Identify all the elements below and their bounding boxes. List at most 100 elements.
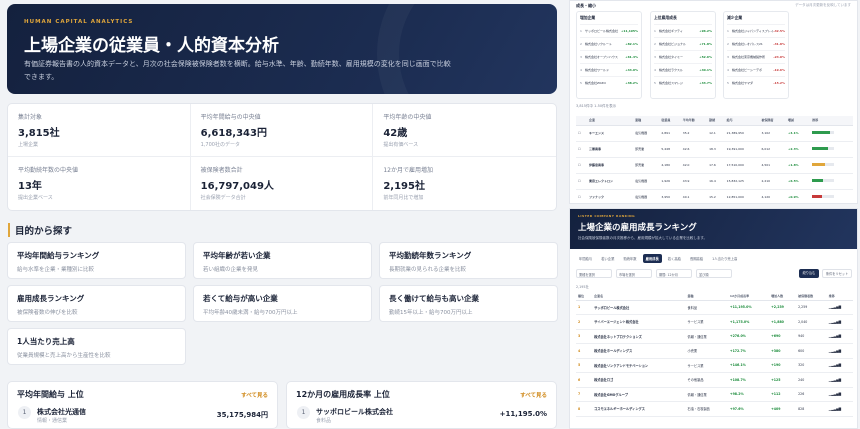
row-checkbox[interactable]: ☐ [576,173,588,190]
company-name[interactable]: サイバーエージェント株式会社 [592,314,686,330]
column-header[interactable]: 企業 [587,116,634,126]
company-name[interactable]: 株式会社ロゴ [592,372,686,388]
table-row[interactable]: ☐ キーエンス 電気機器 2,891 35.2 12.1 21,389,950 3,102 +4… [576,125,853,142]
employees-cell: 3,950 [659,189,681,203]
purpose-card-young[interactable]: 平均年齢が若い企業 若い組織の企業を発見 [193,242,372,279]
filter-select[interactable]: 並び順 [696,269,732,278]
column-header[interactable]: 給与 [724,116,760,126]
column-header[interactable]: 12か月成長率 [727,292,770,301]
column-header[interactable]: 増加人数 [769,292,797,301]
company-name[interactable]: ファナック [587,189,634,203]
stat-value: 2,195社 [383,181,425,192]
column-header[interactable]: 平均年齢 [680,116,708,126]
table-row[interactable]: 1 サッポロビール株式会社 食料品 +11,195.0% +2,239 2,259 ▁▂▃▅… [576,300,853,315]
see-all-link[interactable]: すべて見る [241,391,268,399]
mini-list-item[interactable]: 2 株式会社リクルート +82.1% [580,37,638,50]
mini-list-item[interactable]: 5 株式会社スマレジ +33.7% [654,76,712,89]
column-header[interactable]: 業種 [633,116,660,126]
company-link[interactable]: サッポロビール株式会社 [316,407,393,417]
column-header[interactable]: 順位 [576,292,593,301]
column-header[interactable]: 被保険者数 [796,292,827,301]
company-name[interactable]: 株式会社ネットプロテクションズ [592,329,686,344]
table-row[interactable]: 4 株式会社ホールディングス 小売業 +172.7% +380 600 ▁▂▃▅▇ [576,343,853,359]
table-row[interactable]: ☐ 三菱商事 卸売業 5,448 42.6 18.3 19,391,000 6,012 +2.3… [576,141,853,158]
company-name[interactable]: 伊藤忠商事 [587,157,634,174]
column-header[interactable]: 従業員 [659,116,681,126]
mini-value: +52.6% [699,55,712,59]
company-name[interactable]: コスモエネルギーホールディングス [592,401,686,417]
company-name[interactable]: 東京エレクトロン [587,173,634,190]
mini-list-item[interactable]: 2 株式会社レオパレス21 -31.8% [727,37,785,50]
ranking-tab[interactable]: 若く高給 [665,254,684,263]
mini-list-item[interactable]: 3 株式会社タイミー +52.6% [654,50,712,63]
mini-list-item[interactable]: 1 株式会社ジャパンディスプレイ -42.5% [727,24,785,37]
mini-list-item[interactable]: 4 株式会社ピーシーデポ -19.6% [727,63,785,76]
purpose-card-salary[interactable]: 平均年間給与ランキング 給与水準を企業・業種別に比較 [7,242,186,279]
ranking-tab[interactable]: 長期高給 [687,254,706,263]
trend-cell: ▁▂▃▅▇ [826,358,853,373]
reset-filter-button[interactable]: 条件をリセット [822,269,852,278]
purpose-card-sales-per-person[interactable]: 1人当たり売上高 従業員規模と売上高から生産性を比較 [7,328,186,365]
column-header[interactable]: 勤続 [707,116,725,126]
row-checkbox[interactable]: ☐ [576,125,588,142]
company-name[interactable]: 三菱商事 [587,141,634,158]
ranking-tab[interactable]: 1人当たり売上高 [709,254,740,263]
mini-list-item[interactable]: 3 株式会社オープンハウス +61.4% [580,50,638,63]
row-checkbox[interactable]: ☐ [576,189,588,203]
hero-kicker: HUMAN CAPITAL ANALYTICS [24,19,134,25]
filter-select[interactable]: 市場を選択 [616,269,652,278]
table-row[interactable]: 8 コスモエネルギーホールディングス 石油・石炭製品 +97.6% +409 828 ▁▂▃… [576,401,853,417]
ranking-tab[interactable]: 若い企業 [598,254,617,263]
purpose-card-young-high-pay[interactable]: 若くて給与が高い企業 平均年齢40歳未満・給与700万円以上 [193,285,372,322]
table-row[interactable]: ☐ 伊藤忠商事 卸売業 4,180 42.0 17.6 17,510,000 4,501 +1.… [576,157,853,174]
filter-select[interactable]: 業種を選択 [576,269,612,278]
column-header[interactable]: 企業名 [592,292,686,301]
insured-cell: 4,501 [759,157,786,174]
column-header[interactable]: 業種 [685,292,728,301]
company-name[interactable]: 株式会社ホールディングス [592,343,686,359]
purpose-card-growth[interactable]: 雇用成長ランキング 被保険者数の伸びを比較 [7,285,186,322]
trend-cell [810,189,853,203]
ranking-tab[interactable]: 勤続年数 [620,254,639,263]
company-name[interactable]: キーエンス [587,125,634,142]
company-link[interactable]: 株式会社光通信 [37,407,86,417]
row-checkbox[interactable]: ☐ [576,157,588,174]
ranking-tab[interactable]: 年間給与 [576,254,595,263]
column-header[interactable]: 推移 [810,116,853,126]
column-header[interactable]: 推移 [826,292,853,301]
ranking-tab[interactable]: 雇用成長 [642,254,662,263]
column-header[interactable] [576,116,588,126]
mini-list-item[interactable]: 5 株式会社ヤマダ -15.2% [727,76,785,89]
purpose-card-long-high-pay[interactable]: 長く働けて給与も高い企業 勤続15年以上・給与700万円以上 [379,285,558,322]
mini-list-item[interactable]: 4 株式会社ラクスル +40.1% [654,63,712,76]
column-header[interactable]: 被保険者 [759,116,786,126]
company-name[interactable]: 株式会社GMOグループ [592,387,686,402]
column-header[interactable]: 増減 [785,116,811,126]
trend-cell [810,157,853,174]
table-row[interactable]: 6 株式会社ロゴ その他製品 +108.7% +125 240 ▁▂▃▅▇ [576,372,853,388]
row-checkbox[interactable]: ☐ [576,141,588,158]
filter-select[interactable]: 期間: 12か月 [656,269,692,278]
mini-list-item[interactable]: 4 株式会社ワールド +44.9% [580,63,638,76]
insured-cell: 2,210 [759,173,786,190]
mini-list-item[interactable]: 1 株式会社ギフティ +96.2% [654,24,712,37]
table-row[interactable]: 2 サイバーエージェント株式会社 サービス業 +1,175.0% +1,880 2,040… [576,314,853,330]
table-row[interactable]: ☐ ファナック 電気機器 3,950 40.1 15.2 12,851,000 4,120 +0… [576,189,853,203]
preview-header: 成長・縮小 [576,3,596,8]
company-name[interactable]: 株式会社リンクアンドモチベーション [592,358,686,373]
see-all-link[interactable]: すべて見る [520,391,547,399]
mini-company: 株式会社タイミー [659,55,684,59]
table-row[interactable]: ☐ 東京エレクトロン 電気機器 1,926 43.9 16.4 15,832,125 2,21… [576,173,853,190]
mini-list-item[interactable]: 3 株式会社東京機械製作所 -24.0% [727,50,785,63]
table-row[interactable]: 5 株式会社リンクアンドモチベーション サービス業 +146.1% +190 320 ▁▂▃… [576,358,853,373]
apply-filter-button[interactable]: 絞り込む [799,269,819,278]
table-row[interactable]: 3 株式会社ネットプロテクションズ 情報・通信業 +276.0% +690 940 ▁▂▃▅… [576,329,853,344]
table-row[interactable]: 7 株式会社GMOグループ 情報・通信業 +98.2% +112 226 ▁▂▃▅▇ [576,387,853,402]
mini-list-item[interactable]: 5 株式会社ZOZO +38.2% [580,76,638,89]
level-bar [812,131,835,134]
mini-list-item[interactable]: 2 株式会社ビジョナル +71.8% [654,37,712,50]
company-name[interactable]: サッポロビール株式会社 [592,300,686,315]
purpose-card-tenure[interactable]: 平均勤続年数ランキング 長期就業の見られる企業を比較 [379,242,558,279]
mini-list-item[interactable]: 1 サッポロビール株式会社 +11,195% [580,24,638,37]
mini-value: -15.2% [773,81,785,85]
